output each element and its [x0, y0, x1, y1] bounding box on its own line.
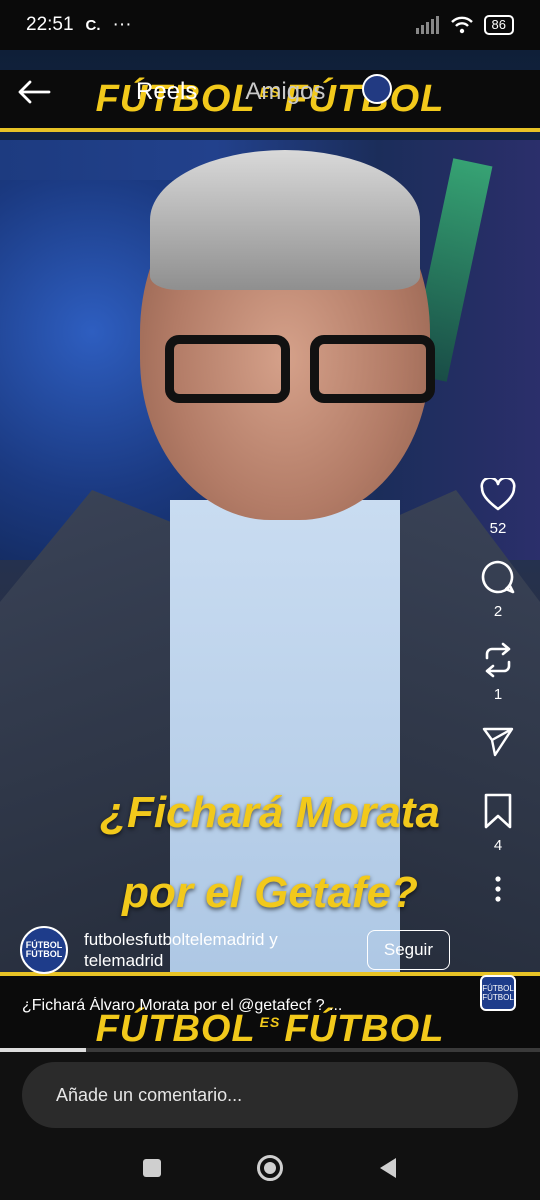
audio-thumbnail[interactable]: FÚTBOL FÚTBOL: [480, 975, 516, 1011]
audio-thumbnail-logo: FÚTBOL FÚTBOL: [482, 984, 514, 1002]
more-vertical-icon: [495, 876, 501, 902]
notification-c-icon: C.: [85, 16, 101, 34]
like-count: 52: [489, 520, 507, 537]
logo-es-bottom: ES: [259, 1013, 281, 1030]
send-icon: [482, 727, 514, 757]
person-hair: [150, 150, 420, 290]
like-button[interactable]: 52: [480, 478, 516, 537]
reel-video[interactable]: FÚTBOL ES FÚTBOL ¿Fichará Morata por el Ge…: [0, 50, 540, 1050]
comment-button[interactable]: 2: [480, 559, 516, 620]
save-count: 4: [493, 837, 503, 854]
status-bar: 22:51 C. ··· 86: [0, 0, 540, 50]
account-row: FÚTBOL FÚTBOL futbolesfutboltelemadrid y…: [20, 925, 450, 975]
follow-button[interactable]: Seguir: [366, 930, 450, 970]
comment-input[interactable]: [22, 1062, 518, 1128]
post-caption[interactable]: ¿Fichará Álvaro Morata por el @getafecf …: [22, 997, 422, 1015]
signal-icon: [415, 16, 439, 34]
comment-count: 2: [493, 603, 503, 620]
home-icon[interactable]: [256, 1154, 284, 1182]
glasses: [165, 335, 435, 405]
system-nav-bar: [0, 1136, 540, 1200]
repost-icon: [485, 642, 511, 678]
recents-icon[interactable]: [142, 1158, 162, 1178]
bookmark-icon: [484, 793, 512, 829]
friends-avatar[interactable]: [362, 74, 392, 104]
action-column: 52 2 1 4: [478, 478, 518, 924]
save-button[interactable]: 4: [483, 793, 513, 854]
account-name[interactable]: futbolesfutboltelemadrid y telemadrid: [84, 929, 334, 971]
share-button[interactable]: [481, 725, 515, 759]
more-options-button[interactable]: [494, 876, 502, 902]
comment-icon: [481, 560, 515, 594]
account-avatar-logo: FÚTBOL FÚTBOL: [25, 940, 63, 959]
battery-indicator: 86: [483, 15, 514, 35]
back-nav-icon[interactable]: [378, 1157, 398, 1179]
notification-more-icon: ···: [112, 14, 132, 35]
tab-reels[interactable]: Reels: [136, 78, 197, 106]
video-caption-line-2: por el Getafe?: [122, 868, 418, 917]
tab-amigos[interactable]: Amigos: [245, 78, 325, 106]
back-button[interactable]: [14, 72, 54, 112]
repost-count: 1: [493, 686, 503, 703]
back-arrow-icon: [18, 80, 51, 104]
reels-header: Reels Amigos: [0, 50, 540, 130]
heart-icon: [480, 478, 516, 511]
video-caption-line-1: ¿Fichará Morata: [100, 788, 440, 837]
repost-button[interactable]: 1: [481, 642, 515, 703]
status-time: 22:51: [26, 14, 74, 35]
comment-area: [0, 1052, 540, 1136]
wifi-icon: [450, 16, 473, 34]
account-avatar[interactable]: FÚTBOL FÚTBOL: [20, 926, 68, 974]
